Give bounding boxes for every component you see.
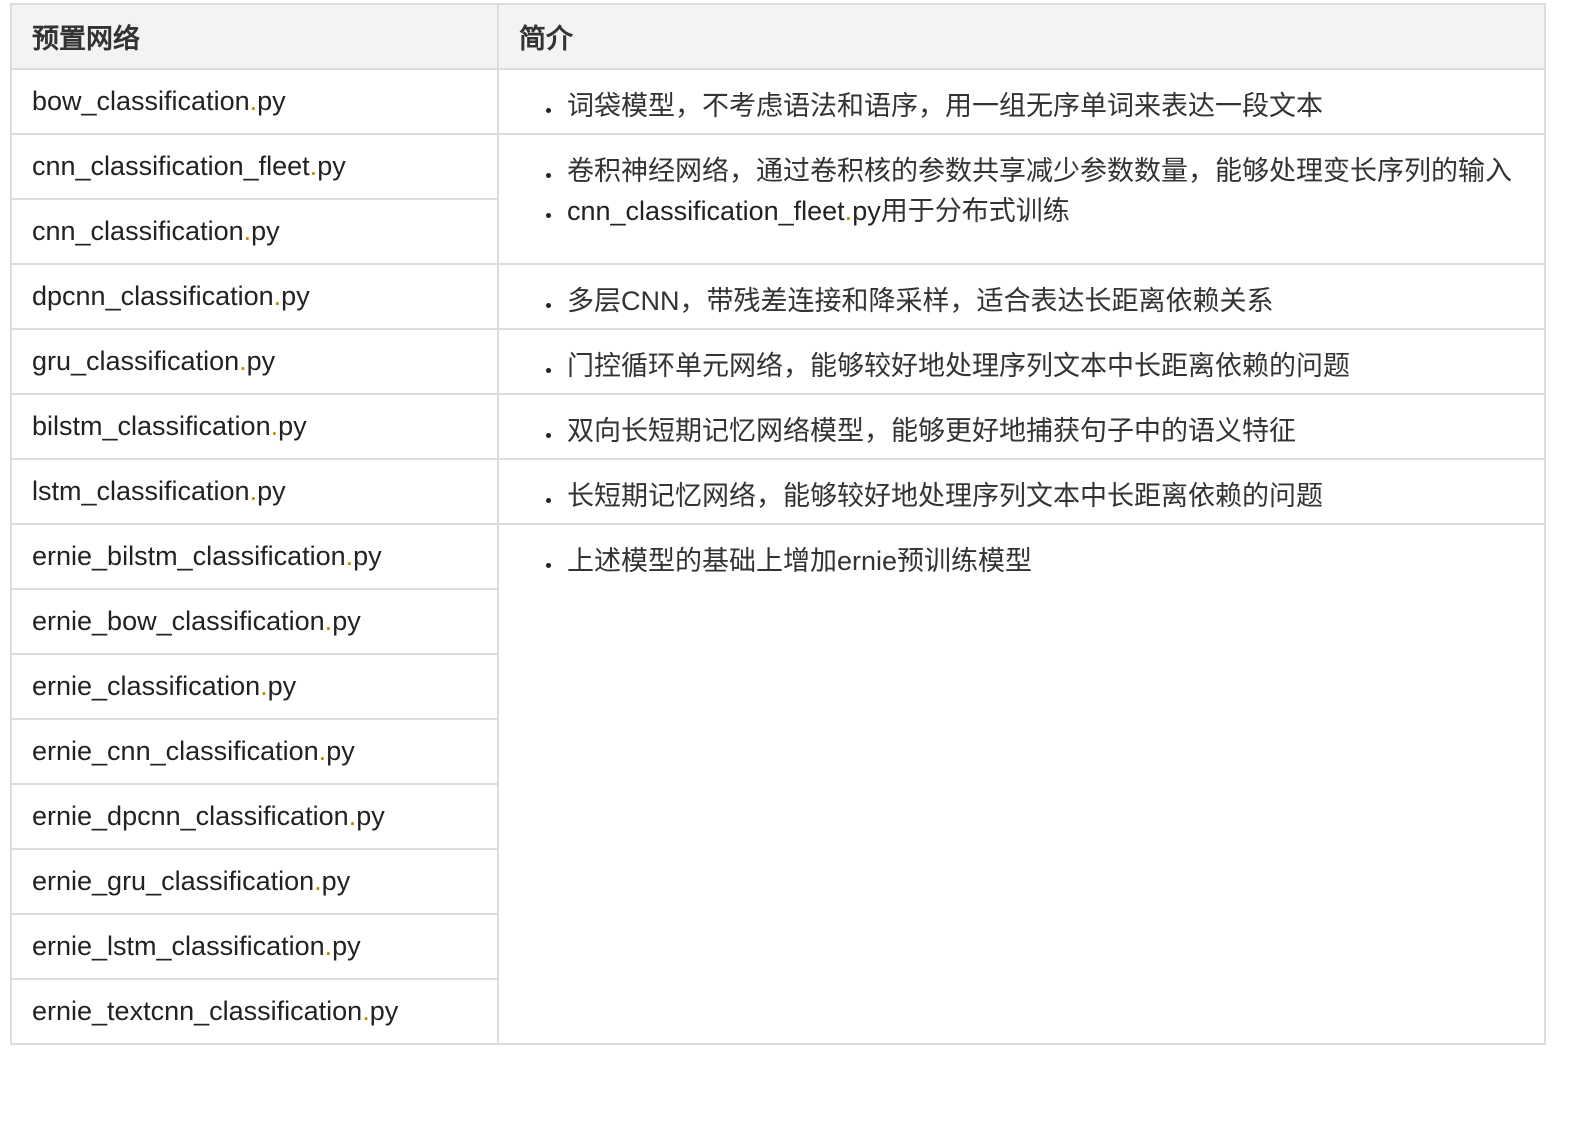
file-cell: dpcnn_classification.py (10, 263, 499, 330)
description-cell: 上述模型的基础上增加ernie预训练模型 (497, 523, 1546, 1045)
file-cell: lstm_classification.py (10, 458, 499, 525)
description-text: 双向长短期记忆网络模型，能够更好地捕获句子中的语义特征 (567, 416, 1296, 446)
file-ext-dot: . (324, 931, 333, 961)
file-extension: py (332, 931, 361, 961)
file-extension: py (281, 281, 310, 311)
file-extension: py (246, 346, 276, 376)
file-cell: ernie_cnn_classification.py (10, 718, 499, 785)
file-extension: py (267, 671, 297, 701)
file-ext-dot: . (260, 671, 268, 701)
description-list: 双向长短期记忆网络模型，能够更好地捕获句子中的语义特征 (519, 411, 1524, 451)
file-extension: py (353, 541, 382, 571)
file-cell: bilstm_classification.py (10, 393, 499, 460)
description-list: 门控循环单元网络，能够较好地处理序列文本中长距离依赖的问题 (519, 346, 1524, 386)
file-ext-dot: . (314, 866, 322, 896)
description-code-ext: py (852, 196, 881, 226)
description-list: 词袋模型，不考虑语法和语序，用一组无序单词来表达一段文本 (519, 86, 1524, 126)
file-ext-dot: . (270, 411, 279, 441)
description-item: 多层CNN，带残差连接和降采样，适合表达长距离依赖关系 (563, 281, 1524, 321)
file-cell: ernie_bow_classification.py (10, 588, 499, 655)
description-item: 词袋模型，不考虑语法和语序，用一组无序单词来表达一段文本 (563, 86, 1524, 126)
file-cell: ernie_classification.py (10, 653, 499, 720)
file-basename: ernie_lstm_classification (32, 931, 325, 961)
description-item: cnn_classification_fleet.py用于分布式训练 (563, 191, 1524, 231)
description-item: 门控循环单元网络，能够较好地处理序列文本中长距离依赖的问题 (563, 346, 1524, 386)
table-row: ernie_bilstm_classification.py上述模型的基础上增加… (10, 523, 1546, 1045)
file-extension: py (251, 216, 280, 246)
file-basename: ernie_cnn_classification (32, 736, 319, 766)
file-ext-dot: . (362, 996, 370, 1026)
file-ext-dot: . (249, 476, 258, 506)
file-cell: cnn_classification_fleet.py (10, 133, 499, 200)
description-cell: 词袋模型，不考虑语法和语序，用一组无序单词来表达一段文本 (497, 68, 1546, 135)
file-basename: ernie_dpcnn_classification (32, 801, 349, 831)
file-basename: gru_classification (32, 346, 240, 376)
file-basename: ernie_gru_classification (32, 866, 315, 896)
description-list: 长短期记忆网络，能够较好地处理序列文本中长距离依赖的问题 (519, 476, 1524, 516)
file-basename: ernie_bow_classification (32, 606, 325, 636)
file-basename: dpcnn_classification (32, 281, 274, 311)
file-basename: ernie_bilstm_classification (32, 541, 346, 571)
table-row: bow_classification.py 词袋模型，不考虑语法和语序，用一组无序… (10, 68, 1546, 135)
file-cell: ernie_gru_classification.py (10, 848, 499, 915)
file-cell: ernie_dpcnn_classification.py (10, 783, 499, 850)
description-cell: 卷积神经网络，通过卷积核的参数共享减少参数数量，能够处理变长序列的输入 cnn_c… (497, 133, 1546, 265)
description-text: 门控循环单元网络，能够较好地处理序列文本中长距离依赖的问题 (567, 351, 1350, 381)
preset-network-table: 预置网络 简介 bow_classification.py词袋模型，不考虑语法和… (10, 3, 1546, 1045)
header-preset-network: 预置网络 (10, 3, 499, 70)
description-text: 卷积神经网络，通过卷积核的参数共享减少参数数量，能够处理变长序列的输入 (567, 156, 1512, 186)
description-cell: 双向长短期记忆网络模型，能够更好地捕获句子中的语义特征 (497, 393, 1546, 460)
description-text: 用于分布式训练 (880, 196, 1070, 226)
file-extension: py (321, 866, 351, 896)
description-text: 长短期记忆网络，能够较好地处理序列文本中长距离依赖的问题 (567, 481, 1323, 511)
description-code: cnn_classification_fleet (567, 196, 845, 226)
file-extension: py (257, 476, 286, 506)
description-item: 上述模型的基础上增加ernie预训练模型 (563, 541, 1524, 581)
description-text: 词袋模型，不考虑语法和语序，用一组无序单词来表达一段文本 (567, 91, 1323, 121)
description-cell: 门控循环单元网络，能够较好地处理序列文本中长距离依赖的问题 (497, 328, 1546, 395)
table-row: lstm_classification.py 长短期记忆网络，能够较好地处理序列文… (10, 458, 1546, 525)
table-row: cnn_classification_fleet.py卷积神经网络，通过卷积核的… (10, 133, 1546, 265)
description-item: 卷积神经网络，通过卷积核的参数共享减少参数数量，能够处理变长序列的输入 (563, 151, 1524, 191)
file-extension: py (332, 606, 361, 636)
file-extension: py (369, 996, 399, 1026)
description-item: 双向长短期记忆网络模型，能够更好地捕获句子中的语义特征 (563, 411, 1524, 451)
file-basename: bilstm_classification (32, 411, 271, 441)
description-cell: 多层CNN，带残差连接和降采样，适合表达长距离依赖关系 (497, 263, 1546, 330)
description-text: 多层CNN，带残差连接和降采样，适合表达长距离依赖关系 (567, 286, 1274, 316)
file-cell: ernie_textcnn_classification.py (10, 978, 499, 1045)
description-cell: 长短期记忆网络，能够较好地处理序列文本中长距离依赖的问题 (497, 458, 1546, 525)
description-list: 多层CNN，带残差连接和降采样，适合表达长距离依赖关系 (519, 281, 1524, 321)
file-ext-dot: . (239, 346, 247, 376)
file-basename: bow_classification (32, 86, 250, 116)
description-text: 上述模型的基础上增加ernie预训练模型 (567, 546, 1033, 576)
file-cell: ernie_lstm_classification.py (10, 913, 499, 980)
description-item: 长短期记忆网络，能够较好地处理序列文本中长距离依赖的问题 (563, 476, 1524, 516)
file-basename: cnn_classification_fleet (32, 151, 310, 181)
table-row: dpcnn_classification.py 多层CNN，带残差连接和降采样，适… (10, 263, 1546, 330)
table-header-row: 预置网络 简介 (10, 3, 1546, 70)
file-extension: py (257, 86, 286, 116)
file-basename: lstm_classification (32, 476, 250, 506)
file-ext-dot: . (243, 216, 252, 246)
file-ext-dot: . (249, 86, 258, 116)
file-cell: gru_classification.py (10, 328, 499, 395)
file-cell: ernie_bilstm_classification.py (10, 523, 499, 590)
file-extension: py (356, 801, 385, 831)
file-cell: cnn_classification.py (10, 198, 499, 265)
file-basename: ernie_classification (32, 671, 261, 701)
file-basename: ernie_textcnn_classification (32, 996, 363, 1026)
table-row: gru_classification.py 门控循环单元网络，能够较好地处理序列文… (10, 328, 1546, 395)
description-list: 上述模型的基础上增加ernie预训练模型 (519, 541, 1524, 581)
file-cell: bow_classification.py (10, 68, 499, 135)
header-description: 简介 (497, 3, 1546, 70)
file-extension: py (278, 411, 307, 441)
file-extension: py (326, 736, 355, 766)
file-basename: cnn_classification (32, 216, 244, 246)
file-extension: py (317, 151, 346, 181)
description-list: 卷积神经网络，通过卷积核的参数共享减少参数数量，能够处理变长序列的输入 cnn_c… (519, 151, 1524, 231)
table-row: bilstm_classification.py 双向长短期记忆网络模型，能够更好… (10, 393, 1546, 460)
